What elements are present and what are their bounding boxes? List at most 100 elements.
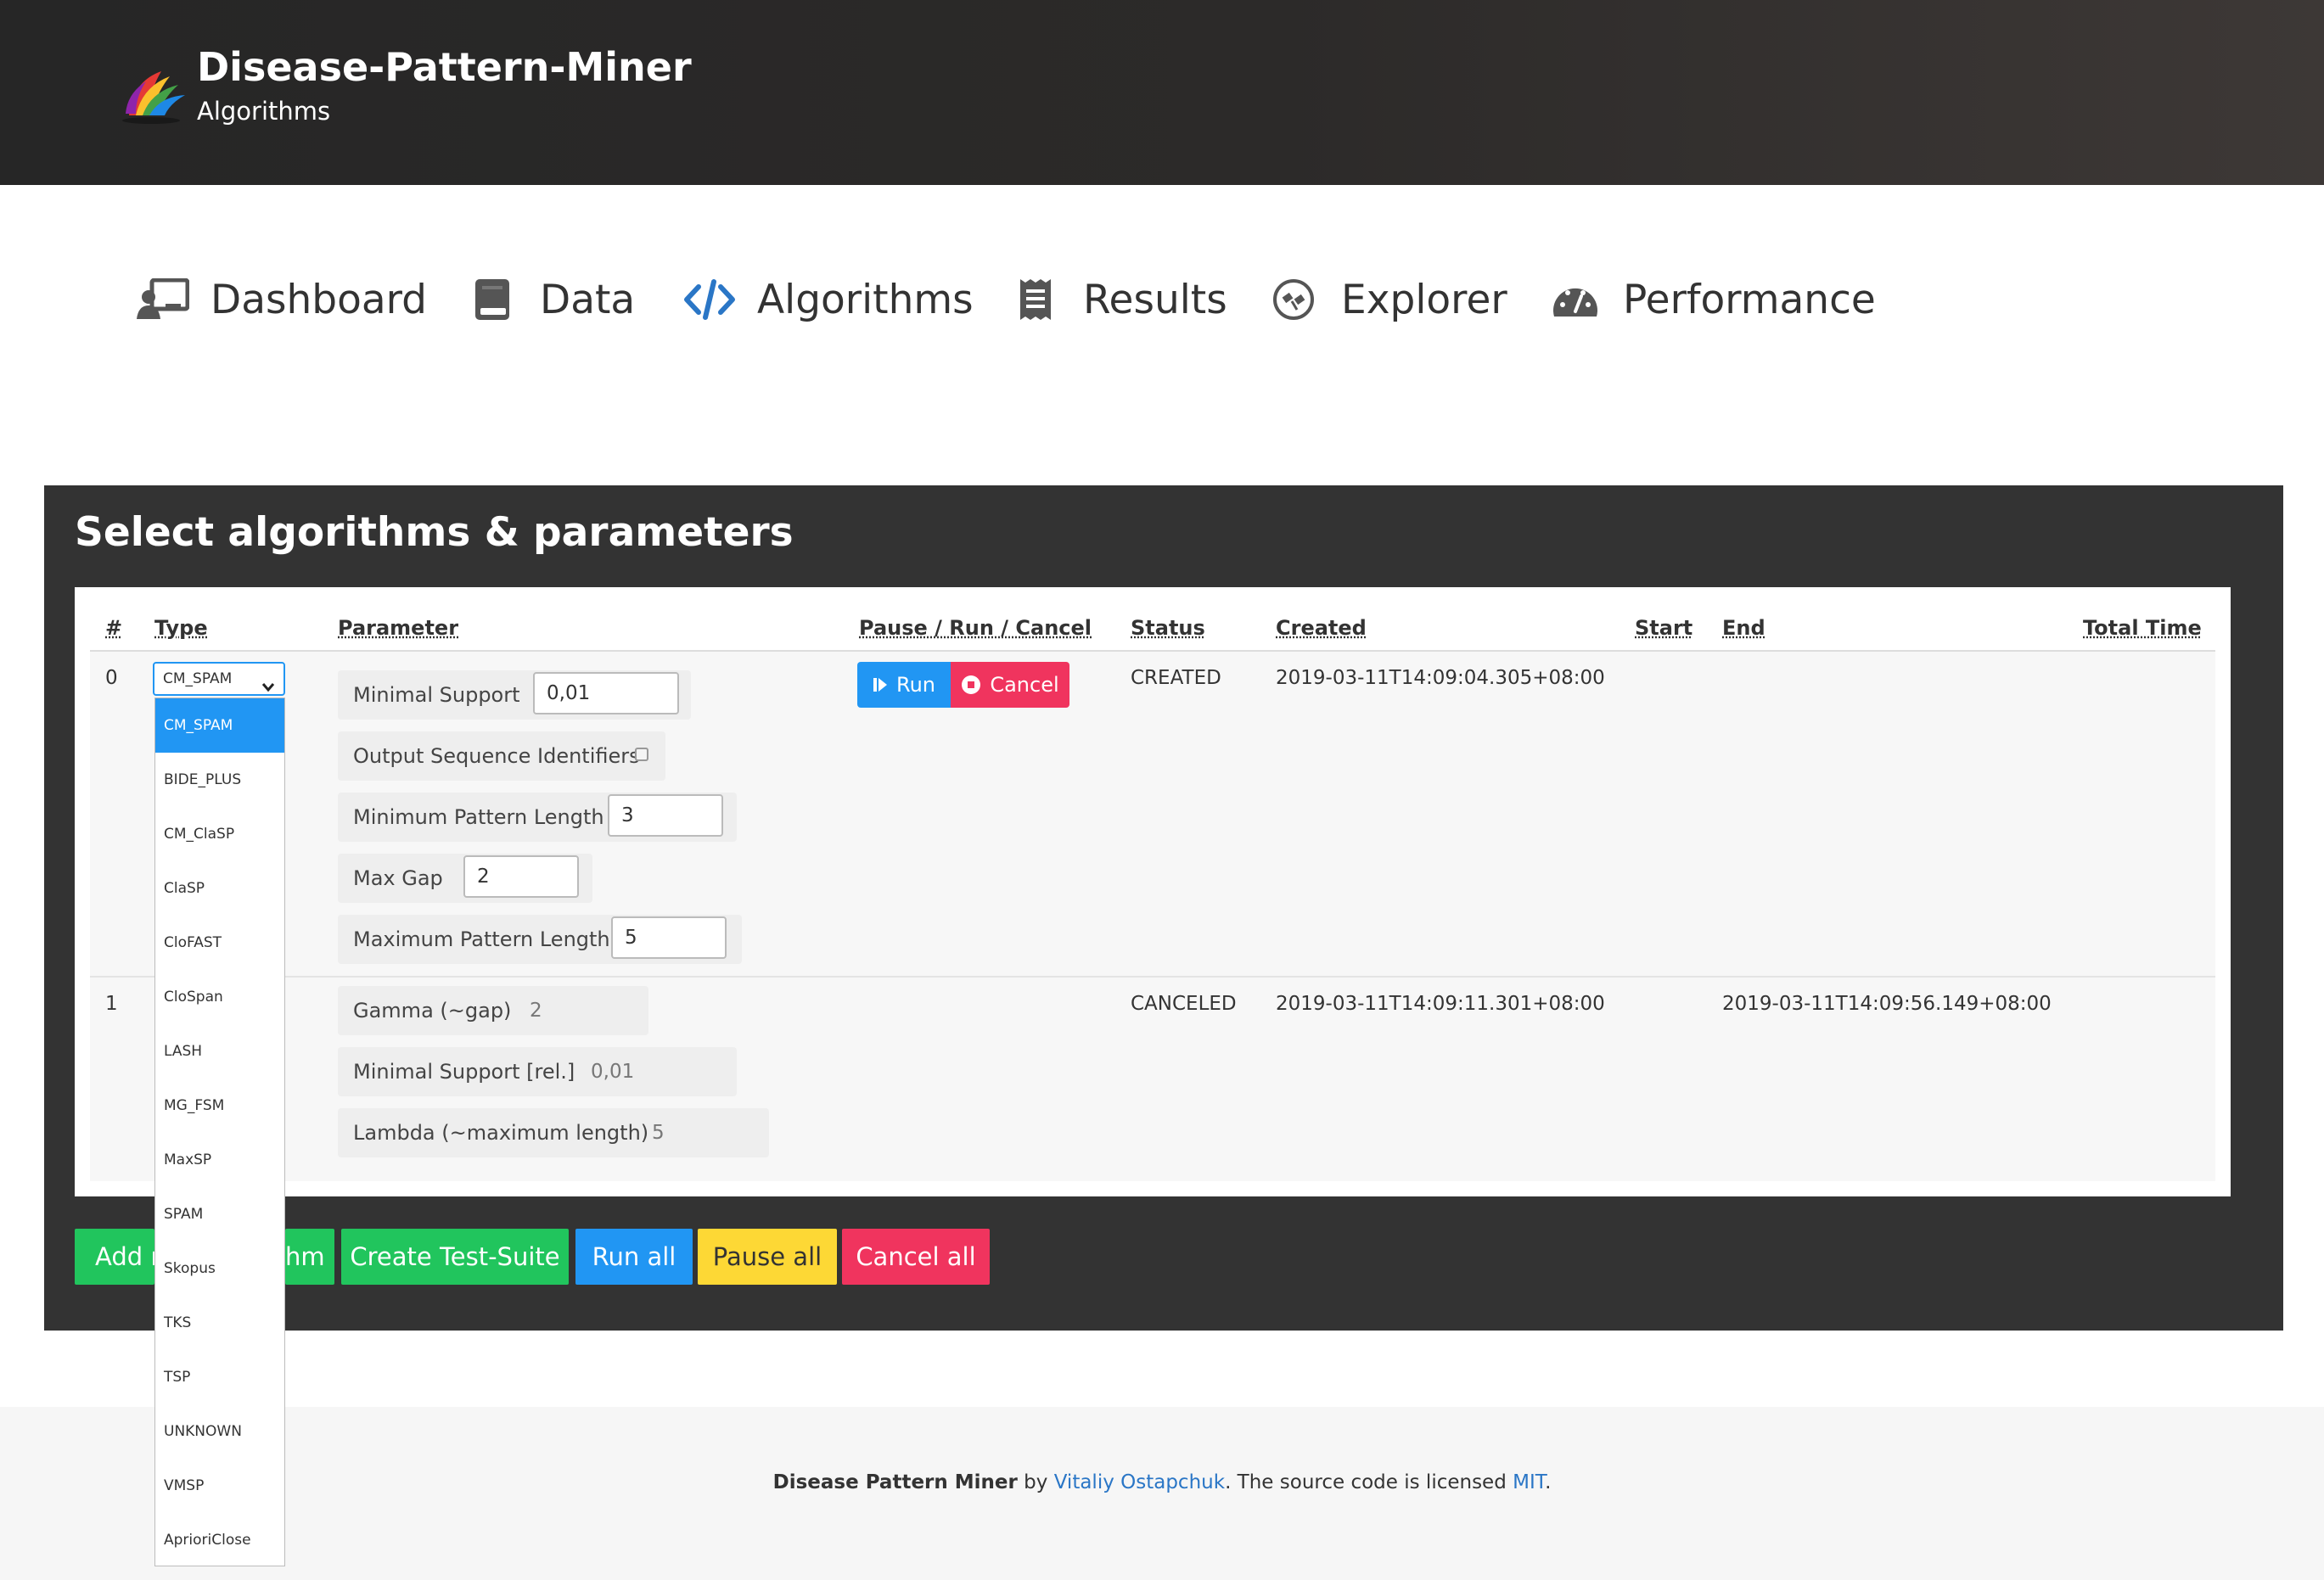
row-index: 1 [105, 993, 118, 1015]
dropdown-option-unknown[interactable]: UNKNOWN [155, 1404, 284, 1459]
param-minimum-pattern-length: Minimum Pattern Length 3 [338, 793, 737, 842]
param-label: Minimum Pattern Length [353, 805, 604, 829]
created-value: 2019-03-11T14:09:11.301+08:00 [1276, 993, 1605, 1015]
dropdown-option-tsp[interactable]: TSP [155, 1350, 284, 1404]
dropdown-option-spam[interactable]: SPAM [155, 1187, 284, 1241]
minimal-support-rel-value: 0,01 [591, 1061, 635, 1083]
param-maximum-pattern-length: Maximum Pattern Length 5 [338, 915, 742, 964]
dropdown-option-mg-fsm[interactable]: MG_FSM [155, 1079, 284, 1133]
output-sequence-identifiers-checkbox[interactable] [635, 748, 648, 761]
page-subtitle: Algorithms [197, 97, 331, 126]
nav-explorer[interactable]: Explorer [1266, 270, 1507, 329]
nav-algorithms[interactable]: Algorithms [682, 270, 974, 329]
footer-app-name: Disease Pattern Miner [772, 1471, 1018, 1493]
param-max-gap: Max Gap 2 [338, 854, 592, 903]
stop-circle-icon [961, 675, 981, 695]
pause-all-button[interactable]: Pause all [698, 1229, 837, 1285]
dropdown-option-aprioriclose[interactable]: AprioriClose [155, 1513, 284, 1567]
maximum-pattern-length-input[interactable]: 5 [611, 916, 727, 959]
nav-label: Explorer [1341, 276, 1507, 323]
param-label: Max Gap [353, 866, 443, 890]
column-header-created[interactable]: Created [1276, 616, 1367, 640]
select-value: CM_SPAM [163, 670, 233, 687]
param-label: Gamma (~gap) [353, 999, 512, 1023]
algorithms-table: # Type Parameter Pause / Run / Cancel St… [75, 587, 2231, 1196]
param-label: Maximum Pattern Length [353, 927, 610, 951]
end-value: 2019-03-11T14:09:56.149+08:00 [1722, 993, 2052, 1015]
license-link[interactable]: MIT [1513, 1471, 1545, 1493]
column-header-start[interactable]: Start [1635, 616, 1692, 640]
nav-label: Dashboard [211, 276, 427, 323]
status-value: CREATED [1131, 667, 1221, 689]
column-header-end[interactable]: End [1722, 616, 1765, 640]
minimal-support-input[interactable]: 0,01 [533, 672, 679, 714]
add-algorithm-label: Add r [95, 1242, 161, 1271]
footer-by: by [1024, 1471, 1048, 1493]
dropdown-option-lash[interactable]: LASH [155, 1024, 284, 1079]
add-algorithm-button[interactable]: Add r [75, 1229, 160, 1285]
gamma-value: 2 [530, 1000, 542, 1022]
algorithm-panel: Select algorithms & parameters # Type Pa… [44, 485, 2283, 1331]
param-label: Output Sequence Identifiers [353, 744, 640, 768]
cancel-label: Cancel [990, 673, 1059, 697]
footer: Disease Pattern Miner by Vitaliy Ostapch… [0, 1407, 2324, 1580]
satellite-icon [1266, 276, 1321, 323]
status-value: CANCELED [1131, 993, 1237, 1015]
algorithm-type-dropdown: CM_SPAM BIDE_PLUS CM_ClaSP ClaSP CloFAST… [154, 698, 285, 1566]
dropdown-option-clofast[interactable]: CloFAST [155, 916, 284, 970]
dropdown-option-vmsp[interactable]: VMSP [155, 1459, 284, 1513]
param-output-sequence-identifiers: Output Sequence Identifiers [338, 731, 665, 781]
dropdown-option-tks[interactable]: TKS [155, 1296, 284, 1350]
minimum-pattern-length-input[interactable]: 3 [608, 794, 723, 837]
param-label: Minimal Support [rel.] [353, 1060, 575, 1084]
create-test-suite-button[interactable]: Create Test-Suite [341, 1229, 569, 1285]
dropdown-option-skopus[interactable]: Skopus [155, 1241, 284, 1296]
nav-label: Data [540, 276, 636, 323]
nav-results[interactable]: Results [1008, 270, 1227, 329]
dashboard-icon [136, 276, 190, 323]
param-minimal-support: Minimal Support 0,01 [338, 670, 691, 720]
nav-data[interactable]: Data [465, 270, 635, 329]
row-index: 0 [105, 667, 118, 689]
step-forward-icon [873, 676, 888, 693]
run-button[interactable]: Run [857, 662, 951, 708]
nav-label: Algorithms [757, 276, 974, 323]
run-all-button[interactable]: Run all [575, 1229, 693, 1285]
dropdown-option-cm-clasp[interactable]: CM_ClaSP [155, 807, 284, 861]
footer-end: . [1545, 1471, 1552, 1493]
param-label: Lambda (~maximum length) [353, 1121, 649, 1145]
param-minimal-support-rel: Minimal Support [rel.] 0,01 [338, 1047, 737, 1096]
created-value: 2019-03-11T14:09:04.305+08:00 [1276, 667, 1605, 689]
column-header-status[interactable]: Status [1131, 616, 1205, 640]
dropdown-option-clospan[interactable]: CloSpan [155, 970, 284, 1024]
column-header-total-time[interactable]: Total Time [2083, 616, 2202, 640]
max-gap-input[interactable]: 2 [463, 855, 579, 898]
cancel-button[interactable]: Cancel [951, 662, 1069, 708]
app-logo [122, 71, 185, 124]
main-nav: Dashboard Data Algorithms Results Explor… [0, 270, 2324, 329]
dropdown-option-clasp[interactable]: ClaSP [155, 861, 284, 916]
speedometer-icon [1548, 276, 1603, 323]
author-link[interactable]: Vitaliy Ostapchuk [1054, 1471, 1225, 1493]
column-header-type[interactable]: Type [154, 616, 208, 640]
nav-performance[interactable]: Performance [1548, 270, 1876, 329]
param-label: Minimal Support [353, 683, 520, 707]
add-algorithm-button-visible-end[interactable]: hm [285, 1229, 334, 1285]
column-header-controls[interactable]: Pause / Run / Cancel [859, 616, 1092, 640]
dropdown-option-maxsp[interactable]: MaxSP [155, 1133, 284, 1187]
algorithm-type-select[interactable]: CM_SPAM [153, 662, 285, 696]
create-test-suite-label: Create Test-Suite [350, 1242, 560, 1271]
param-lambda: Lambda (~maximum length) 5 [338, 1108, 769, 1157]
dropdown-option-cm-spam[interactable]: CM_SPAM [155, 698, 284, 753]
column-header-parameter[interactable]: Parameter [338, 616, 458, 640]
dropdown-option-bide-plus[interactable]: BIDE_PLUS [155, 753, 284, 807]
code-icon [682, 276, 737, 323]
cancel-all-button[interactable]: Cancel all [842, 1229, 990, 1285]
add-algorithm-label-end: hm [285, 1242, 325, 1271]
app-title: Disease-Pattern-Miner [197, 44, 692, 90]
run-label: Run [895, 673, 936, 697]
pause-all-label: Pause all [712, 1242, 822, 1271]
nav-dashboard[interactable]: Dashboard [136, 270, 427, 329]
column-header-index[interactable]: # [105, 616, 122, 640]
receipt-icon [1008, 276, 1063, 323]
